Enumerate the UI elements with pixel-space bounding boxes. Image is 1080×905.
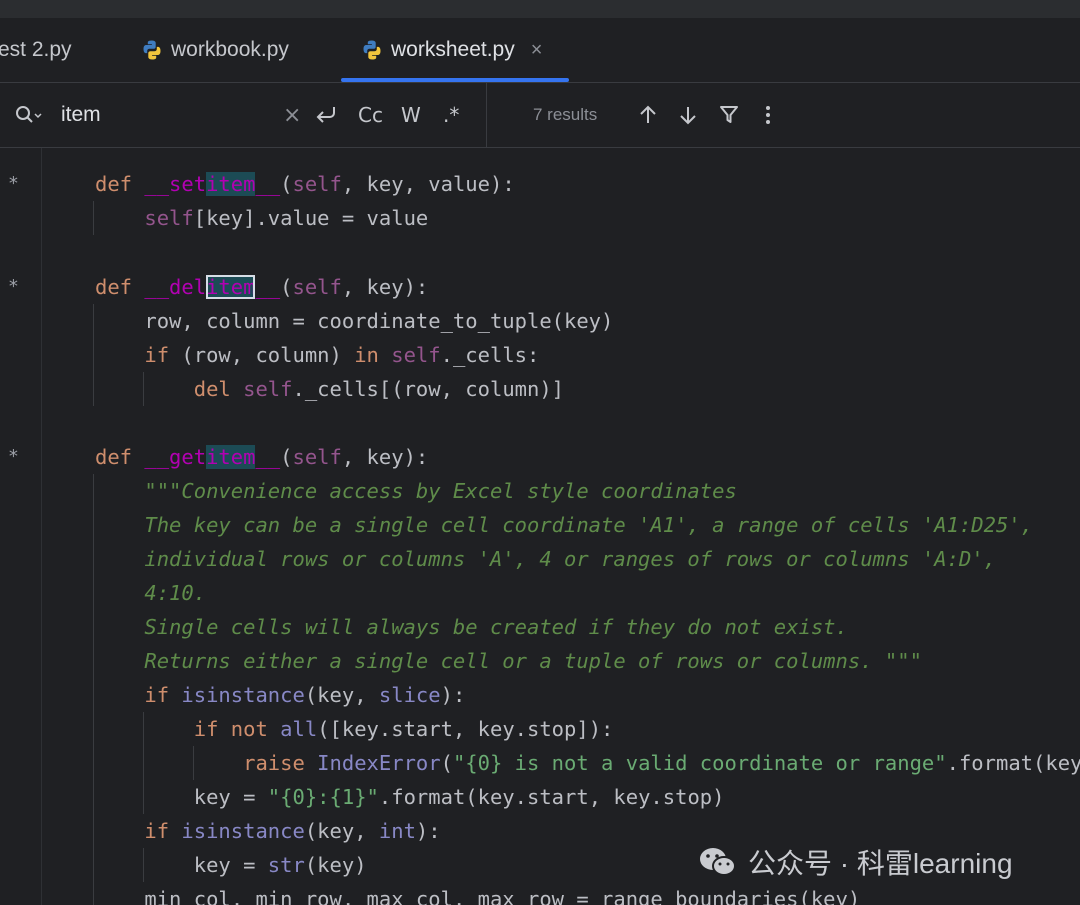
more-vertical-icon: [766, 106, 770, 124]
watermark: 公众号 · 科雷learning: [698, 840, 1013, 884]
filter-icon: [720, 106, 738, 123]
clear-search-button[interactable]: ×: [283, 83, 301, 147]
previous-occurrence-button[interactable]: [638, 83, 658, 147]
search-query: item: [61, 103, 101, 126]
editor-tab-bar: est 2.py workbook.py worksheet.py ×: [0, 18, 1080, 83]
close-tab-icon[interactable]: ×: [531, 39, 543, 62]
close-icon: ×: [283, 102, 302, 128]
tab-label: worksheet.py: [391, 38, 515, 61]
find-bar: item × Cc W .* 7 results: [0, 83, 1080, 148]
find-bar-separator: [486, 83, 487, 147]
docstring-line: """Convenience access by Excel style coo…: [95, 479, 737, 503]
tab-workbook[interactable]: workbook.py: [141, 18, 289, 82]
search-icon: [16, 106, 42, 123]
code-line: key = "{0}:{1}".format(key.start, key.st…: [95, 785, 725, 809]
tab-label: est 2.py: [0, 38, 72, 61]
tab-label: workbook.py: [171, 38, 289, 61]
code-line: if (row, column) in self._cells:: [144, 343, 540, 367]
docstring-line: Returns either a single cell or a tuple …: [95, 649, 922, 673]
bookmark-marker[interactable]: *: [8, 167, 22, 201]
next-occurrence-button[interactable]: [678, 83, 698, 147]
tab-test2[interactable]: est 2.py: [0, 18, 72, 82]
code-line: def __delitem__(self, key):: [95, 275, 429, 299]
arrow-down-icon: [680, 107, 696, 125]
new-line-button[interactable]: [314, 83, 338, 147]
results-count: 7 results: [533, 83, 597, 147]
docstring-line: Single cells will always be created if t…: [95, 615, 848, 639]
docstring-line: individual rows or columns 'A', 4 or ran…: [95, 547, 996, 571]
more-options-button[interactable]: [762, 83, 774, 147]
regex-toggle[interactable]: .*: [443, 83, 459, 147]
code-line: if not all([key.start, key.stop]):: [193, 717, 614, 741]
code-line: if isinstance(key, slice):: [144, 683, 466, 707]
wechat-icon: [700, 848, 736, 876]
docstring-line: The key can be a single cell coordinate …: [95, 513, 1033, 537]
regex-label: .*: [443, 103, 460, 127]
active-tab-indicator: [341, 78, 569, 82]
results-count-label: 7 results: [533, 105, 598, 124]
indent-guide: [93, 474, 94, 905]
code-line: key = str(key): [95, 853, 367, 877]
search-input[interactable]: item: [61, 83, 101, 147]
code-editor[interactable]: * * * def __setitem__(self, key, value):…: [0, 148, 1080, 905]
code-line: row, column = coordinate_to_tuple(key): [95, 309, 614, 333]
indent-guide: [93, 304, 94, 406]
arrow-up-icon: [640, 105, 656, 123]
search-history-button[interactable]: [14, 83, 42, 147]
python-icon: [363, 40, 381, 60]
tab-worksheet[interactable]: worksheet.py ×: [361, 18, 542, 82]
words-toggle[interactable]: W: [401, 83, 421, 147]
return-icon: [316, 107, 335, 123]
bookmark-marker[interactable]: *: [8, 440, 22, 474]
indent-guide: [93, 201, 94, 235]
code-line: min_col, min_row, max_col, max_row = ran…: [95, 887, 861, 905]
bookmark-marker[interactable]: *: [8, 270, 22, 304]
words-label: W: [401, 103, 421, 127]
code-line: self[key].value = value: [144, 206, 429, 230]
code-line: def __getitem__(self, key):: [95, 445, 429, 469]
code-line: def __setitem__(self, key, value):: [95, 172, 515, 196]
match-case-label: Cc: [358, 103, 383, 127]
code-line: if isinstance(key, int):: [144, 819, 441, 843]
python-icon: [143, 40, 161, 60]
watermark-text: 公众号 · 科雷learning: [748, 848, 1013, 879]
window-top-strip: [0, 0, 1080, 18]
code-line: del self._cells[(row, column)]: [193, 377, 565, 401]
code-line: raise IndexError("{0} is not a valid coo…: [243, 751, 1080, 775]
filter-button[interactable]: [719, 83, 739, 147]
match-case-toggle[interactable]: Cc: [358, 83, 383, 147]
docstring-line: 4:10.: [95, 581, 207, 605]
